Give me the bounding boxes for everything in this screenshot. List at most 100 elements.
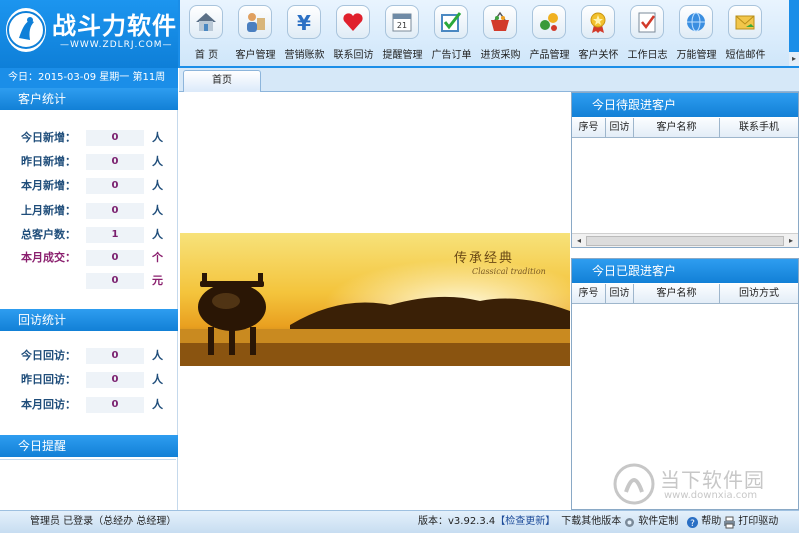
tab-strip: 首页	[179, 68, 799, 92]
stat-unit: 人	[152, 373, 163, 386]
stat-label: 昨日新增：	[21, 155, 76, 168]
toolbar-reminders[interactable]: 21 提醒管理	[378, 0, 427, 66]
stat-value: 0	[86, 178, 144, 194]
printer-icon	[724, 516, 736, 528]
print-driver-link[interactable]: 打印驱动	[738, 511, 778, 533]
stat-value: 1	[86, 227, 144, 243]
stat-label: 本月新增：	[21, 179, 76, 192]
watermark-text: 当下软件园	[660, 468, 765, 492]
home-icon	[189, 5, 223, 39]
toolbar-label: 广告订单	[431, 50, 472, 61]
toolbar-customers[interactable]: 客户管理	[231, 0, 280, 66]
column-header[interactable]: 回访	[606, 118, 634, 137]
watermark-url: www.downxia.com	[664, 490, 758, 501]
stat-label: 今日回访：	[21, 349, 76, 362]
banner-subtitle: Classical tradition	[472, 267, 546, 276]
customize-link[interactable]: 软件定制	[638, 511, 678, 533]
customer-stats-title: 客户统计	[0, 88, 178, 110]
gear-icon	[625, 517, 635, 527]
toolbar-worklog[interactable]: 工作日志	[623, 0, 672, 66]
toolbar-care[interactable]: 客户关怀	[574, 0, 623, 66]
app-url-text: WWW.ZDLRJ.COM	[70, 40, 163, 50]
checkbox-icon	[434, 5, 468, 39]
toolbar-visits[interactable]: 联系回访	[329, 0, 378, 66]
column-header[interactable]: 序号	[572, 118, 606, 137]
toolbar-purchasing[interactable]: 进货采购	[476, 0, 525, 66]
stat-value: 0	[86, 203, 144, 219]
medal-icon	[581, 5, 615, 39]
toolbar-sms-mail[interactable]: 短信邮件	[721, 0, 770, 66]
heart-icon	[336, 5, 370, 39]
column-header[interactable]: 回访方式	[720, 284, 798, 303]
stat-row-today-visits: 今日回访： 0 人	[0, 346, 178, 366]
horizontal-scrollbar[interactable]: ◂ ▸	[572, 233, 798, 247]
toolbar-label: 联系回访	[333, 50, 374, 61]
app-url: —WWW.ZDLRJ.COM—	[60, 40, 173, 50]
download-other-versions-link[interactable]: 下载其他版本	[561, 511, 621, 533]
check-update-link[interactable]: 【检查更新】	[495, 511, 555, 533]
stat-unit: 个	[152, 251, 163, 264]
column-header[interactable]: 回访	[606, 284, 634, 303]
stat-value: 0	[86, 397, 144, 413]
reminders-title: 今日提醒	[0, 435, 178, 457]
scrollbar-thumb[interactable]	[586, 236, 784, 246]
stat-row-month-amount: 0 元	[0, 271, 178, 291]
column-header[interactable]: 序号	[572, 284, 606, 303]
stat-label: 总客户数：	[21, 228, 76, 241]
toolbar-label: 短信邮件	[725, 50, 766, 61]
column-header[interactable]: 客户名称	[634, 284, 720, 303]
stat-unit: 人	[152, 349, 163, 362]
watermark-logo-icon	[613, 463, 655, 505]
toolbar-orders[interactable]: 广告订单	[427, 0, 476, 66]
done-followup-header: 序号 回访 客户名称 回访方式	[572, 284, 798, 304]
mail-icon	[728, 5, 762, 39]
stat-row-total-customers: 总客户数： 1 人	[0, 225, 178, 245]
stat-value: 0	[86, 130, 144, 146]
status-bar: 管理员 已登录（总经办 总经理） 版本：v3.92.3.4 【检查更新】 下载其…	[0, 510, 799, 533]
stat-unit: 人	[152, 155, 163, 168]
toolbar-accounts[interactable]: ¥ 营销账款	[280, 0, 329, 66]
stat-unit: 人	[152, 228, 163, 241]
column-header[interactable]: 客户名称	[634, 118, 720, 137]
pending-followup-title: 今日待跟进客户	[572, 93, 798, 117]
calendar-icon: 21	[385, 5, 419, 39]
scroll-right-icon[interactable]: ▸	[784, 234, 798, 248]
yen-icon: ¥	[287, 5, 321, 39]
stat-row-month-visits: 本月回访： 0 人	[0, 395, 178, 415]
toolbar-label: 客户管理	[235, 50, 276, 61]
main-toolbar: 首 页 客户管理 ¥ 营销账款 联系回访 21 提醒管理 广告订单 进货采购 产…	[180, 0, 789, 66]
stat-value: 0	[86, 372, 144, 388]
status-actions: 版本：v3.92.3.4 【检查更新】 下载其他版本 软件定制 ? 帮助 打印驱…	[418, 511, 778, 533]
left-panel: 客户统计 今日新增： 0 人 昨日新增： 0 人 本月新增： 0 人 上月新增：…	[0, 88, 178, 510]
done-followup-title: 今日已跟进客户	[572, 259, 798, 283]
globe-icon	[679, 5, 713, 39]
column-header[interactable]: 联系手机	[720, 118, 798, 137]
scroll-left-icon[interactable]: ◂	[572, 234, 586, 248]
toolbar-scroll-right-icon[interactable]: ▸	[789, 52, 799, 66]
stat-label: 本月回访：	[21, 398, 76, 411]
stat-row-last-month-new: 上月新增： 0 人	[0, 201, 178, 221]
stat-row-yesterday-new: 昨日新增： 0 人	[0, 152, 178, 172]
toolbar-products[interactable]: 产品管理	[525, 0, 574, 66]
stat-row-today-new: 今日新增： 0 人	[0, 128, 178, 148]
toolbar-universal[interactable]: 万能管理	[672, 0, 721, 66]
watermark: 当下软件园 www.downxia.com	[612, 462, 792, 506]
help-link[interactable]: 帮助	[701, 511, 721, 533]
toolbar-label: 工作日志	[627, 50, 668, 61]
log-icon	[630, 5, 664, 39]
reminders-list[interactable]	[0, 459, 176, 509]
app-name: 战斗力软件	[52, 12, 177, 40]
banner-title: 传承经典	[454, 251, 515, 266]
toolbar-label: 进货采购	[480, 50, 521, 61]
tab-home[interactable]: 首页	[183, 70, 261, 92]
customer-icon	[238, 5, 272, 39]
stat-label: 今日新增：	[21, 131, 76, 144]
version-label: 版本：v3.92.3.4	[418, 516, 496, 527]
basket-icon	[483, 5, 517, 39]
stat-value: 0	[86, 154, 144, 170]
svg-text:21: 21	[397, 21, 407, 30]
toolbar-home[interactable]: 首 页	[182, 0, 231, 66]
stat-label: 上月新增：	[21, 204, 76, 217]
stat-unit: 元	[152, 274, 163, 287]
toolbar-label: 提醒管理	[382, 50, 423, 61]
